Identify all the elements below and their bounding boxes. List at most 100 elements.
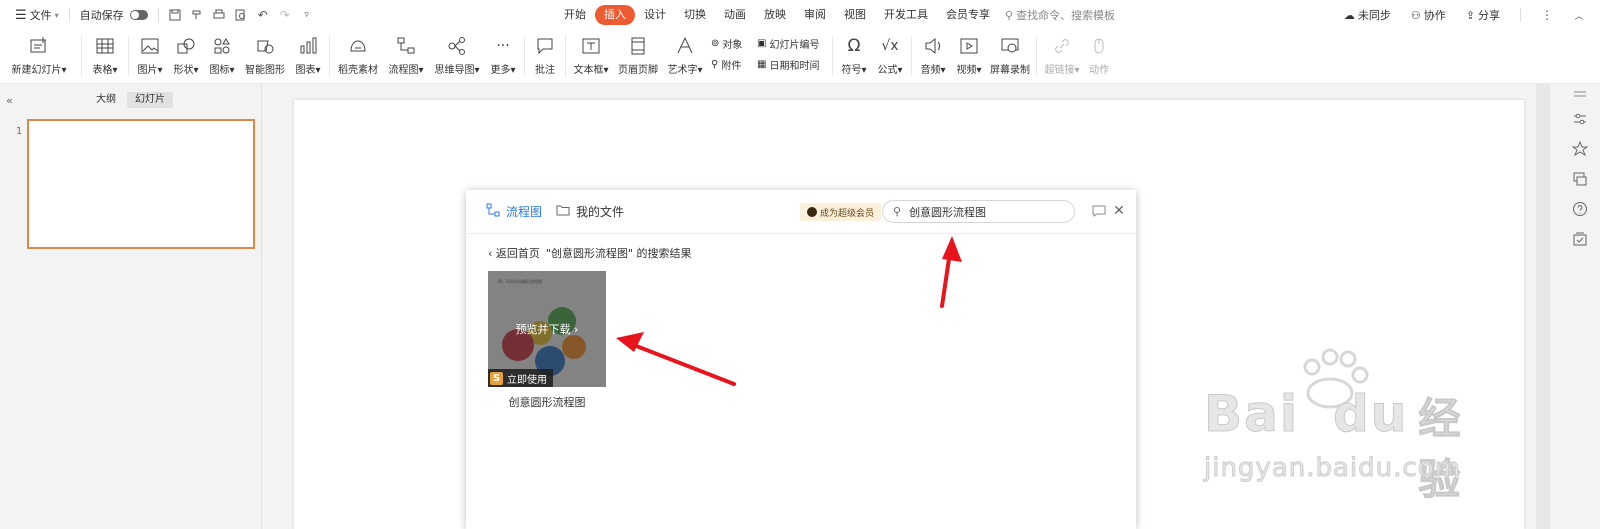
sync-button[interactable]: ☁ 未同步 (1339, 4, 1396, 26)
picture-icon (138, 34, 162, 58)
more-button[interactable]: ··· 更多▾ (485, 30, 521, 84)
object-button[interactable]: ⊚ 对象 (711, 36, 757, 51)
become-vip-button[interactable]: 成为超级会员 (800, 203, 882, 221)
sync-label: 未同步 (1357, 9, 1391, 22)
file-menu-button[interactable]: ☰ 文件 ▾ (10, 4, 64, 26)
mindmap-button[interactable]: 思维导图▾ (429, 30, 485, 84)
screen-record-button[interactable]: 屏幕录制 (987, 30, 1033, 84)
table-button[interactable]: 表格▾ (85, 30, 125, 84)
slide-switch-icon[interactable] (1560, 164, 1600, 194)
comment-icon (533, 34, 557, 58)
autosave-label: 自动保存 (79, 9, 124, 22)
template-search-box[interactable]: ⚲ (882, 200, 1075, 223)
command-search[interactable]: ⚲ 查找命令、搜索模板 (1005, 7, 1115, 23)
table-label: 表格 (92, 65, 113, 76)
tab-animation[interactable]: 动画 (715, 5, 755, 25)
flowchart-dialog: 流程图 我的文件 成为超级会员 ⚲ ✕ ‹ 返回首页 "创意圆形流程图" 的搜索… (466, 190, 1136, 529)
tab-slides[interactable]: 幻灯片 (127, 92, 173, 108)
tab-member[interactable]: 会员专享 (937, 5, 999, 25)
hyperlink-button[interactable]: 超链接▾ (1040, 30, 1084, 84)
textbox-button[interactable]: 文本框▾ (569, 30, 613, 84)
file-menu-label: 文件 (29, 9, 52, 22)
tab-view[interactable]: 视图 (835, 5, 875, 25)
tab-transition[interactable]: 切换 (675, 5, 715, 25)
feedback-icon[interactable] (1090, 202, 1108, 220)
star-icon[interactable] (1560, 134, 1600, 164)
title-bar: ☰ 文件 ▾ 自动保存 ↶ ↷ ▿ 开始 插入 设计 切换 动画 放映 审阅 视… (0, 0, 1600, 30)
more-label: 更多 (490, 65, 511, 76)
vertical-scrollbar[interactable] (1536, 84, 1550, 529)
tab-developer[interactable]: 开发工具 (875, 5, 937, 25)
chart-button[interactable]: 图表▾ (290, 30, 326, 84)
header-footer-button[interactable]: 页眉页脚 (613, 30, 663, 84)
property-settings-icon[interactable] (1560, 104, 1600, 134)
vip-label: 成为超级会员 (820, 208, 875, 219)
symbol-button[interactable]: Ω 符号▾ (836, 30, 872, 84)
autosave-toggle[interactable]: 自动保存 (75, 4, 153, 26)
date-time-button[interactable]: ▦ 日期和时间 (757, 57, 829, 72)
tab-slideshow[interactable]: 放映 (755, 5, 795, 25)
mindmap-label: 思维导图 (434, 65, 475, 76)
help-icon[interactable] (1560, 194, 1600, 224)
slide-thumbnail[interactable] (27, 119, 255, 249)
tab-insert[interactable]: 插入 (595, 5, 635, 25)
ribbon-toolbar: 新建幻灯片▾ 表格▾ 图片▾ 形状▾ 图标▾ 智能图形 图表▾ 稻壳素材 流程图… (0, 30, 1600, 84)
formula-label: 公式 (877, 65, 898, 76)
print-preview-icon[interactable] (232, 6, 250, 24)
collapse-pane-icon[interactable]: « (6, 94, 13, 107)
search-icon: ⚲ (1005, 8, 1014, 22)
audio-button[interactable]: 音频▾ (915, 30, 951, 84)
wordart-icon (673, 34, 697, 58)
more-options-icon[interactable]: ⋮ (1538, 6, 1556, 24)
new-slide-button[interactable]: 新建幻灯片▾ (0, 30, 78, 84)
slide-number-button[interactable]: ▣ 幻灯片编号 (757, 36, 829, 51)
tab-flowchart[interactable]: 流程图 (486, 203, 542, 220)
watermark-suffix: 经验 (1418, 394, 1463, 505)
share-button[interactable]: ⇪ 分享 (1461, 4, 1505, 26)
redo-icon[interactable]: ↷ (276, 6, 294, 24)
screen-record-label: 屏幕录制 (990, 65, 1030, 76)
chevron-right-icon: › (574, 323, 579, 336)
picture-button[interactable]: 图片▾ (132, 30, 168, 84)
video-label: 视频 (956, 65, 977, 76)
back-home-label: 返回首页 (495, 247, 540, 260)
slide-thumbnail-pane: « 大纲 幻灯片 1 (0, 84, 262, 529)
tab-my-files-label: 我的文件 (576, 205, 625, 219)
shape-button[interactable]: 形状▾ (168, 30, 204, 84)
customize-toolbar-icon[interactable]: ▿ (298, 6, 316, 24)
back-home-link[interactable]: ‹ 返回首页 (488, 245, 540, 261)
panel-menu-icon[interactable] (1560, 84, 1600, 104)
wordart-button[interactable]: 艺术字▾ (663, 30, 707, 84)
preview-download-button[interactable]: 预览并下载 › (488, 321, 606, 337)
tab-my-files[interactable]: 我的文件 (556, 203, 624, 220)
tab-design[interactable]: 设计 (635, 5, 675, 25)
save-icon[interactable] (166, 6, 184, 24)
comment-button[interactable]: 批注 (528, 30, 562, 84)
shape-label: 形状 (173, 65, 194, 76)
attachment-button[interactable]: ⚲ 附件 (711, 57, 757, 72)
close-icon[interactable]: ✕ (1110, 202, 1128, 220)
template-card[interactable]: 四、不同方向圆形流程图 预览并下载 › S 立即使用 (488, 271, 606, 387)
print-icon[interactable] (210, 6, 228, 24)
action-button[interactable]: 动作 (1084, 30, 1114, 84)
formula-button[interactable]: √x 公式▾ (872, 30, 908, 84)
backup-icon[interactable] (1560, 224, 1600, 254)
tab-outline[interactable]: 大纲 (88, 92, 124, 108)
tab-flowchart-label: 流程图 (506, 205, 543, 219)
video-button[interactable]: 视频▾ (951, 30, 987, 84)
shell-material-button[interactable]: 稻壳素材 (333, 30, 383, 84)
format-painter-icon[interactable] (188, 6, 206, 24)
search-icon: ⚲ (893, 205, 902, 218)
ribbon-tabs: 开始 插入 设计 切换 动画 放映 审阅 视图 开发工具 会员专享 ⚲ 查找命令… (555, 4, 1115, 26)
watermark-brand-du: du (1332, 385, 1409, 444)
tab-review[interactable]: 审阅 (795, 5, 835, 25)
undo-icon[interactable]: ↶ (254, 6, 272, 24)
collapse-ribbon-icon[interactable]: ︿ (1570, 6, 1588, 24)
use-now-button[interactable]: S 立即使用 (488, 369, 553, 387)
tab-home[interactable]: 开始 (555, 5, 595, 25)
icon-button[interactable]: 图标▾ (204, 30, 240, 84)
template-search-input[interactable] (909, 205, 1060, 218)
smart-graphic-button[interactable]: 智能图形 (240, 30, 290, 84)
flowchart-button[interactable]: 流程图▾ (383, 30, 429, 84)
collab-button[interactable]: ⚇ 协作 (1406, 4, 1451, 26)
